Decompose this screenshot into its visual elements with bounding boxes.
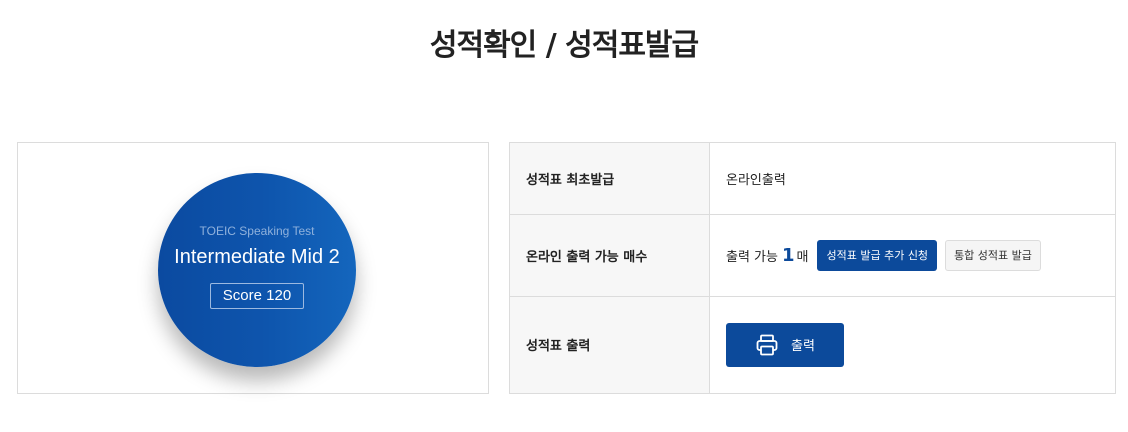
score-info-table: 성적표 최초발급 온라인출력 온라인 출력 가능 매수 출력 가능 1 매 성적… [509, 141, 1116, 395]
table-row: 온라인 출력 가능 매수 출력 가능 1 매 성적표 발급 추가 신청 통합 성… [509, 214, 1116, 297]
print-count-number: 1 [781, 244, 795, 266]
row-label-print-count: 온라인 출력 가능 매수 [509, 214, 710, 297]
table-row: 성적표 출력 출력 [509, 295, 1116, 395]
table-row: 성적표 최초발급 온라인출력 [509, 141, 1116, 216]
row-value-print-count: 출력 가능 1 매 성적표 발급 추가 신청 통합 성적표 발급 [709, 214, 1116, 297]
score-badge: Score 120 [210, 283, 304, 309]
print-count-unit: 매 [796, 249, 809, 265]
score-card: TOEIC Speaking Test Intermediate Mid 2 S… [17, 142, 489, 394]
score-level: Intermediate Mid 2 [174, 246, 340, 268]
print-count-wrap: 출력 가능 1 매 성적표 발급 추가 신청 통합 성적표 발급 [726, 239, 1115, 271]
integrated-report-button[interactable]: 통합 성적표 발급 [945, 239, 1041, 271]
page-title: 성적확인 / 성적표발급 [429, 28, 699, 63]
print-button[interactable]: 출력 [726, 322, 844, 367]
row-value-print: 출력 [709, 295, 1116, 395]
add-issue-request-button[interactable]: 성적표 발급 추가 신청 [817, 239, 938, 271]
row-label-first-issue: 성적표 최초발급 [509, 141, 710, 216]
page: 성적확인 / 성적표발급 TOEIC Speaking Test Interme… [0, 0, 1128, 432]
row-value-first-issue: 온라인출력 [709, 141, 1116, 216]
row-label-print: 성적표 출력 [509, 295, 710, 395]
test-name: TOEIC Speaking Test [199, 224, 315, 238]
print-button-label: 출력 [791, 339, 815, 355]
score-circle: TOEIC Speaking Test Intermediate Mid 2 S… [158, 173, 356, 367]
printer-icon [756, 334, 778, 356]
print-count-prefix: 출력 가능 [726, 249, 778, 265]
